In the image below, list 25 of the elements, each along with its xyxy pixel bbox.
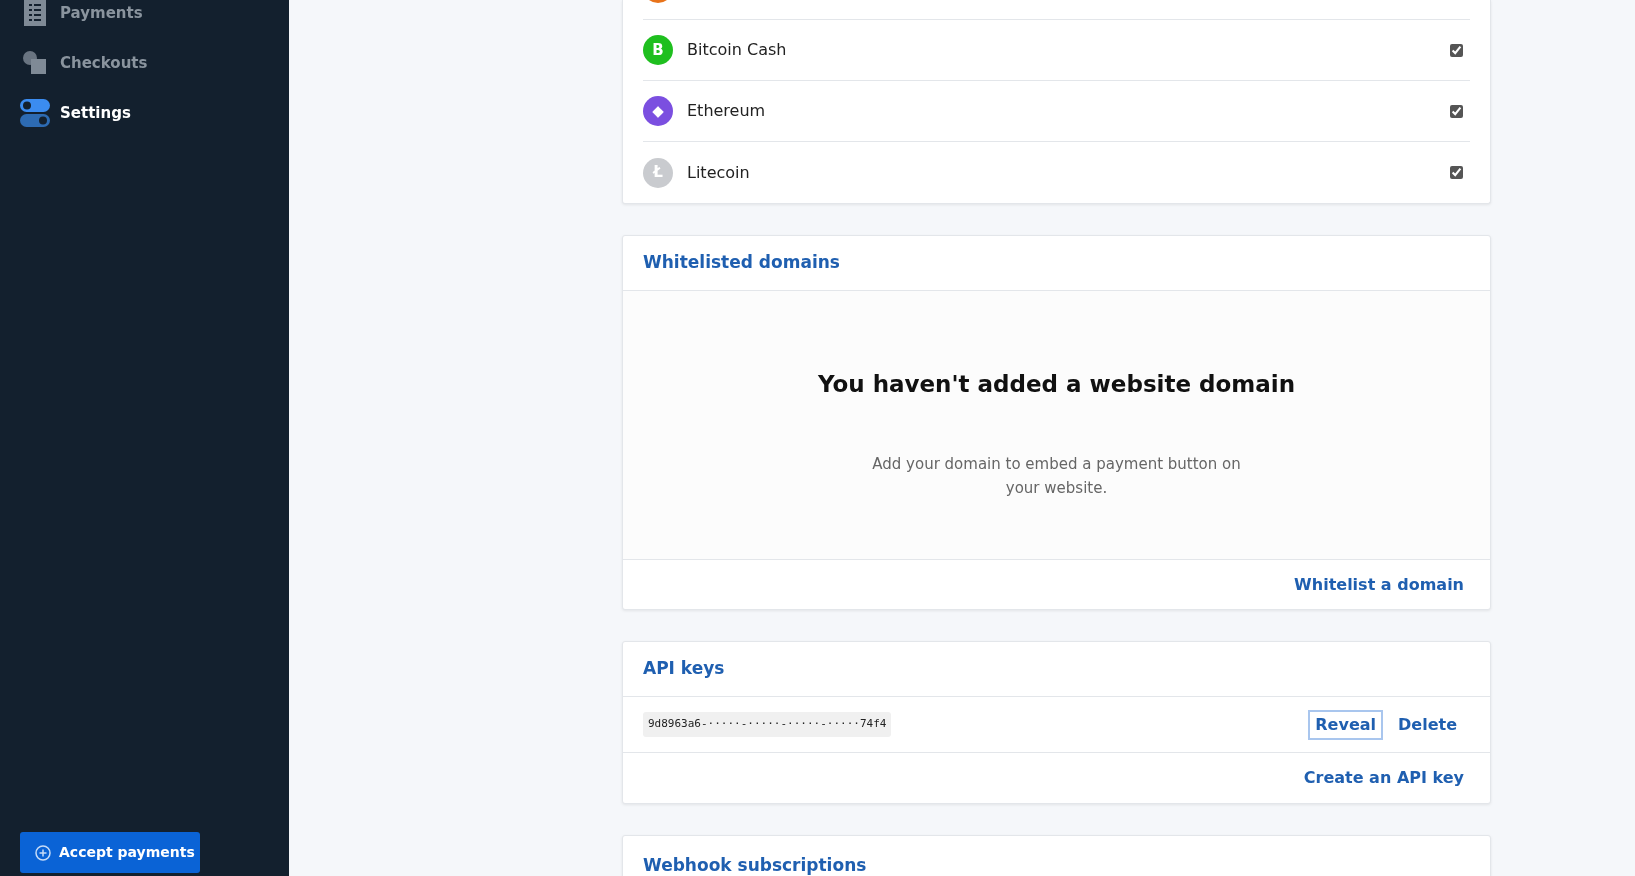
empty-state-title: You haven't added a website domain xyxy=(817,370,1296,399)
card-title: API keys xyxy=(643,657,725,681)
accept-payments-button[interactable]: Accept payments xyxy=(20,832,200,873)
whitelist-domain-link[interactable]: Whitelist a domain xyxy=(1294,572,1464,597)
currency-checkbox[interactable] xyxy=(1450,43,1463,57)
currency-checkbox[interactable] xyxy=(1450,166,1463,179)
currency-checkbox[interactable] xyxy=(1450,104,1463,118)
currency-name: Bitcoin Cash xyxy=(687,39,788,61)
card-title: Whitelisted domains xyxy=(643,251,840,275)
currency-name: Litecoin xyxy=(687,161,751,184)
coin-icon: B xyxy=(643,35,673,65)
plus-circle-icon xyxy=(35,844,51,861)
reveal-button[interactable]: Reveal xyxy=(1308,709,1384,740)
toggle-icon xyxy=(20,98,50,128)
coin-icon: ◆ xyxy=(643,96,673,126)
card-title: Webhook subscriptions xyxy=(643,855,867,875)
sidebar-item[interactable]: Checkouts xyxy=(20,48,289,78)
squares-icon xyxy=(22,50,48,76)
delete-button[interactable]: Delete xyxy=(1391,709,1464,740)
create-api-key-link[interactable]: Create an API key xyxy=(1303,766,1464,790)
api-key-value: 9d8963a6-·····-·····-·····-·····74f4 xyxy=(643,712,892,737)
sidebar-item[interactable]: Settings xyxy=(20,98,289,128)
currency-name: Ethereum xyxy=(687,100,767,122)
empty-state-text: Add your domain to embed a payment button on your website. xyxy=(871,453,1242,499)
sidebar-item[interactable]: Payments xyxy=(20,0,289,28)
